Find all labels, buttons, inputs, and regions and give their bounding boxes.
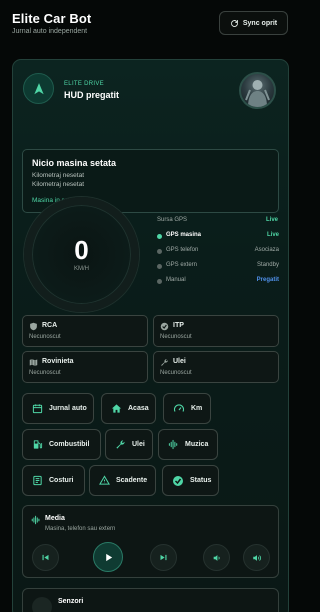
play-button[interactable]	[93, 542, 123, 572]
doc-status: Necunoscut	[29, 370, 61, 376]
doc-card-rovinieta[interactable]: Rovinieta Necunoscut	[22, 351, 148, 383]
gps-row[interactable]: Manual Pregatit	[157, 277, 279, 287]
status-dot	[157, 234, 162, 239]
doc-status: Necunoscut	[160, 370, 192, 376]
gps-row-value: Standby	[256, 262, 279, 268]
volume-up-button[interactable]	[243, 544, 270, 571]
drive-kicker: ELITE DRIVE	[64, 81, 104, 87]
media-title: Media	[45, 515, 65, 522]
sensors-card[interactable]: Senzori	[22, 588, 279, 612]
sensors-title: Senzori	[58, 598, 84, 605]
doc-card-rca[interactable]: RCA Necunoscut	[22, 315, 148, 347]
due-dates-button[interactable]: Scadente	[89, 465, 156, 496]
oil-button[interactable]: Ulei	[105, 429, 153, 460]
speed-value: 0	[74, 235, 89, 265]
warning-icon	[99, 475, 110, 486]
status-dot	[157, 279, 162, 284]
play-icon	[103, 552, 114, 563]
volume-up-icon	[252, 553, 262, 563]
next-button[interactable]	[150, 544, 177, 571]
speedometer: 0 KM/H	[24, 197, 139, 312]
doc-status: Necunoscut	[29, 334, 61, 340]
volume-down-button[interactable]	[203, 544, 230, 571]
doc-title: Rovinieta	[42, 358, 74, 365]
gps-row-value: Asociaza	[254, 247, 279, 253]
sync-button-label: Sync oprit	[242, 19, 278, 27]
car-mileage-secondary: Kilometraj nesetat	[32, 181, 85, 188]
gps-row-name: Manual	[166, 277, 186, 283]
costs-button-label: Costuri	[49, 477, 74, 484]
navigation-arrow-icon	[23, 73, 54, 104]
status-button[interactable]: Status	[162, 465, 219, 496]
gps-source-value: Live	[265, 217, 278, 223]
drive-header: ELITE DRIVE HUD pregatit	[13, 60, 288, 120]
gps-row-name: GPS telefon	[166, 247, 199, 253]
receipt-icon	[32, 475, 43, 486]
journal-button-label: Jurnal auto	[49, 405, 87, 412]
home-button-label: Acasa	[128, 405, 149, 412]
gps-row-name: GPS masina	[166, 232, 202, 238]
map-icon	[29, 358, 38, 367]
sync-button[interactable]: Sync oprit	[219, 11, 288, 35]
home-button[interactable]: Acasa	[101, 393, 156, 424]
media-card: Media Masina, telefon sau extern	[22, 505, 279, 578]
app-title: Elite Car Bot	[12, 11, 92, 26]
km-button[interactable]: Km	[163, 393, 211, 424]
wrench-icon	[115, 439, 126, 450]
gps-row[interactable]: GPS telefon Asociaza	[157, 247, 279, 257]
drive-status: HUD pregatit	[64, 90, 120, 100]
speed-unit: KM/H	[74, 266, 89, 272]
media-subtitle: Masina, telefon sau extern	[45, 526, 116, 532]
music-button[interactable]: Muzica	[158, 429, 218, 460]
due-dates-button-label: Scadente	[116, 477, 148, 484]
oil-button-label: Ulei	[132, 441, 145, 448]
app-header: Elite Car Bot Jurnal auto independent Sy…	[0, 0, 300, 46]
status-dot	[157, 249, 162, 254]
doc-card-ulei[interactable]: Ulei Necunoscut	[153, 351, 279, 383]
fuel-pump-icon	[32, 439, 43, 450]
hud-panel: ELITE DRIVE HUD pregatit Nicio masina se…	[12, 59, 289, 612]
journal-button[interactable]: Jurnal auto	[22, 393, 94, 424]
waveform-icon	[168, 439, 179, 450]
shield-icon	[29, 322, 38, 331]
costs-button[interactable]: Costuri	[22, 465, 85, 496]
app-subtitle: Jurnal auto independent	[12, 28, 88, 35]
doc-title: RCA	[42, 322, 58, 329]
avatar[interactable]	[239, 72, 276, 109]
check-circle-icon	[172, 475, 184, 487]
doc-title: Ulei	[173, 358, 186, 365]
fuel-button-label: Combustibil	[49, 441, 90, 448]
wrench-icon	[160, 358, 169, 367]
gps-row[interactable]: GPS extern Standby	[157, 262, 279, 272]
speedometer-icon	[173, 403, 185, 415]
gps-source-label: Sursa GPS	[157, 217, 188, 223]
previous-button[interactable]	[32, 544, 59, 571]
fuel-button[interactable]: Combustibil	[22, 429, 101, 460]
km-button-label: Km	[191, 405, 203, 412]
waveform-icon	[31, 515, 41, 525]
car-mileage: Kilometraj nesetat	[32, 172, 85, 179]
refresh-icon	[230, 19, 239, 28]
car-title: Nicio masina setata	[32, 158, 117, 168]
doc-card-itp[interactable]: ITP Necunoscut	[153, 315, 279, 347]
status-dot	[157, 264, 162, 269]
status-button-label: Status	[190, 477, 212, 484]
speed-gps-section: 0 KM/H Sursa GPS Live GPS masina Live GP…	[22, 196, 279, 317]
volume-down-icon	[212, 553, 222, 563]
doc-title: ITP	[173, 322, 184, 329]
skip-next-icon	[159, 553, 168, 562]
music-button-label: Muzica	[185, 441, 209, 448]
calendar-icon	[32, 403, 43, 414]
doc-status: Necunoscut	[160, 334, 192, 340]
gps-row-value: Pregatit	[256, 277, 279, 283]
home-icon	[111, 403, 122, 414]
sensor-icon	[32, 597, 52, 612]
gps-row-name: GPS extern	[166, 262, 198, 268]
check-badge-icon	[160, 322, 169, 331]
gps-row[interactable]: GPS masina Live	[157, 232, 279, 242]
gps-row-value: Live	[266, 232, 279, 238]
skip-previous-icon	[41, 553, 50, 562]
